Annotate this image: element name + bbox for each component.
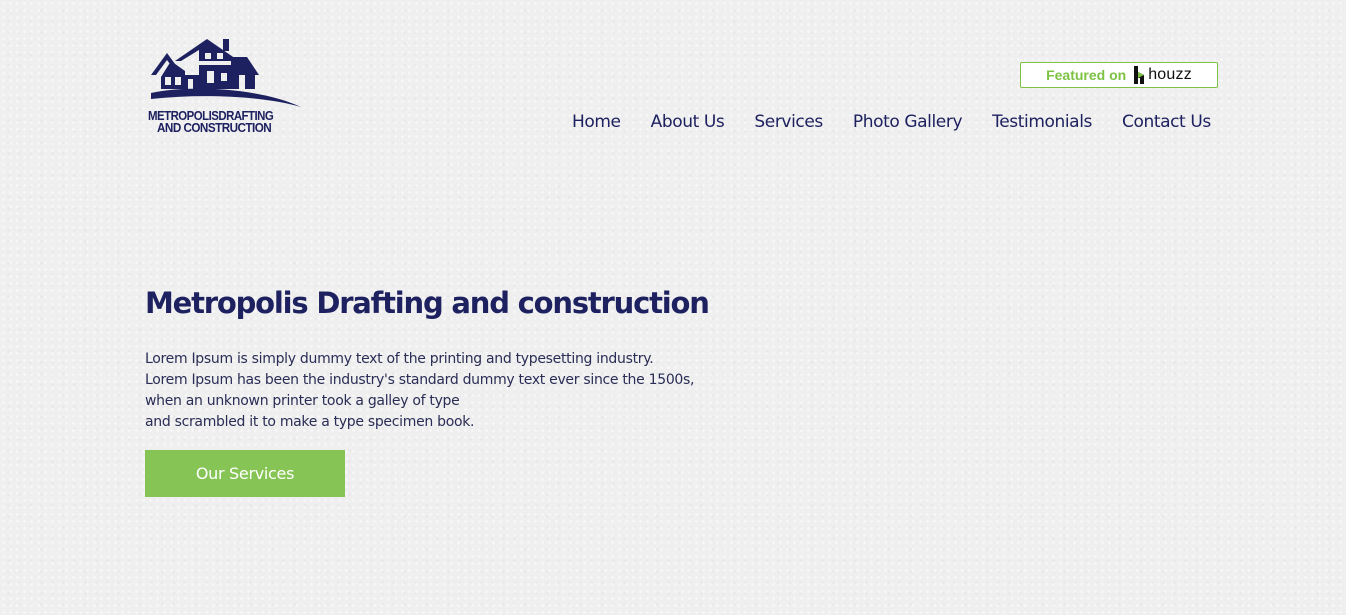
site-logo[interactable]: METROPOLISDRAFTING AND CONSTRUCTION [147, 37, 302, 137]
nav-item-photo-gallery[interactable]: Photo Gallery [853, 112, 963, 132]
hero-title: Metropolis Drafting and construction [145, 286, 710, 320]
nav-item-testimonials[interactable]: Testimonials [992, 112, 1092, 132]
hero-description-line: Lorem Ipsum has been the industry's stan… [145, 372, 695, 388]
main-nav: Home About Us Services Photo Gallery Tes… [572, 112, 1211, 132]
hero-description-line: Lorem Ipsum is simply dummy text of the … [145, 351, 654, 367]
nav-item-home[interactable]: Home [572, 112, 621, 132]
houzz-wordmark: houzz [1148, 66, 1192, 83]
nav-item-contact-us[interactable]: Contact Us [1122, 112, 1211, 132]
house-logo-icon [151, 39, 301, 107]
our-services-button[interactable]: Our Services [145, 450, 345, 497]
logo-text-line2: AND CONSTRUCTION [157, 120, 272, 135]
nav-item-about-us[interactable]: About Us [651, 112, 725, 132]
hero-description-line: when an unknown printer took a galley of… [145, 393, 460, 409]
houzz-logo: houzz [1132, 66, 1192, 84]
houzz-badge[interactable]: Featured on houzz [1020, 62, 1218, 88]
houzz-icon [1134, 66, 1145, 84]
hero-description-line: and scrambled it to make a type specimen… [145, 414, 475, 430]
hero-description: Lorem Ipsum is simply dummy text of the … [145, 349, 705, 433]
houzz-featured-text: Featured on [1046, 67, 1127, 83]
nav-item-services[interactable]: Services [754, 112, 823, 132]
